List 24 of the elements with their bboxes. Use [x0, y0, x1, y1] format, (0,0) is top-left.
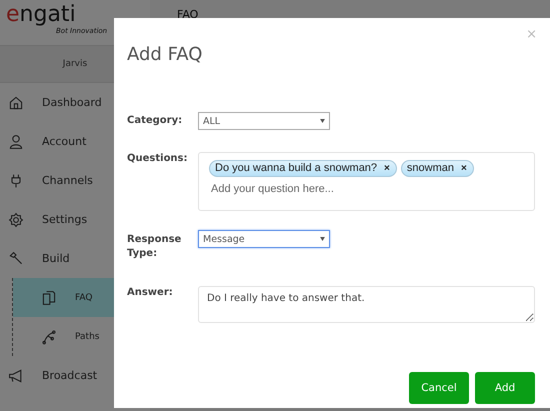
response-type-select[interactable]: Message — [198, 230, 330, 248]
add-button[interactable]: Add — [475, 372, 535, 404]
questions-field[interactable]: Do you wanna build a snowman? × snowman × Add your question here... — [198, 152, 535, 211]
question-tag[interactable]: snowman × — [400, 160, 474, 177]
sidebar-item[interactable]: Broadcast — [0, 356, 150, 395]
branch-icon — [41, 328, 57, 344]
logo-text: engati — [6, 3, 76, 27]
documents-icon — [41, 290, 57, 306]
caret-icon — [320, 237, 325, 241]
response-type-label: Response Type: — [127, 233, 182, 261]
category-label: Category: — [127, 114, 184, 128]
category-select[interactable]: ALL — [198, 112, 330, 130]
page-title: FAQ — [177, 9, 198, 21]
sidebar-item[interactable]: Paths — [13, 317, 150, 356]
user-icon — [8, 134, 24, 150]
answer-field[interactable]: Do I really have to answer that. — [198, 286, 535, 323]
caret-icon — [320, 119, 325, 123]
megaphone-icon — [8, 368, 24, 384]
cancel-button[interactable]: Cancel — [409, 372, 469, 404]
questions-label: Questions: — [127, 152, 187, 166]
hammer-icon — [8, 250, 24, 266]
gear-icon — [8, 212, 24, 228]
home-icon — [8, 94, 24, 110]
question-tag[interactable]: Do you wanna build a snowman? × — [209, 160, 397, 177]
